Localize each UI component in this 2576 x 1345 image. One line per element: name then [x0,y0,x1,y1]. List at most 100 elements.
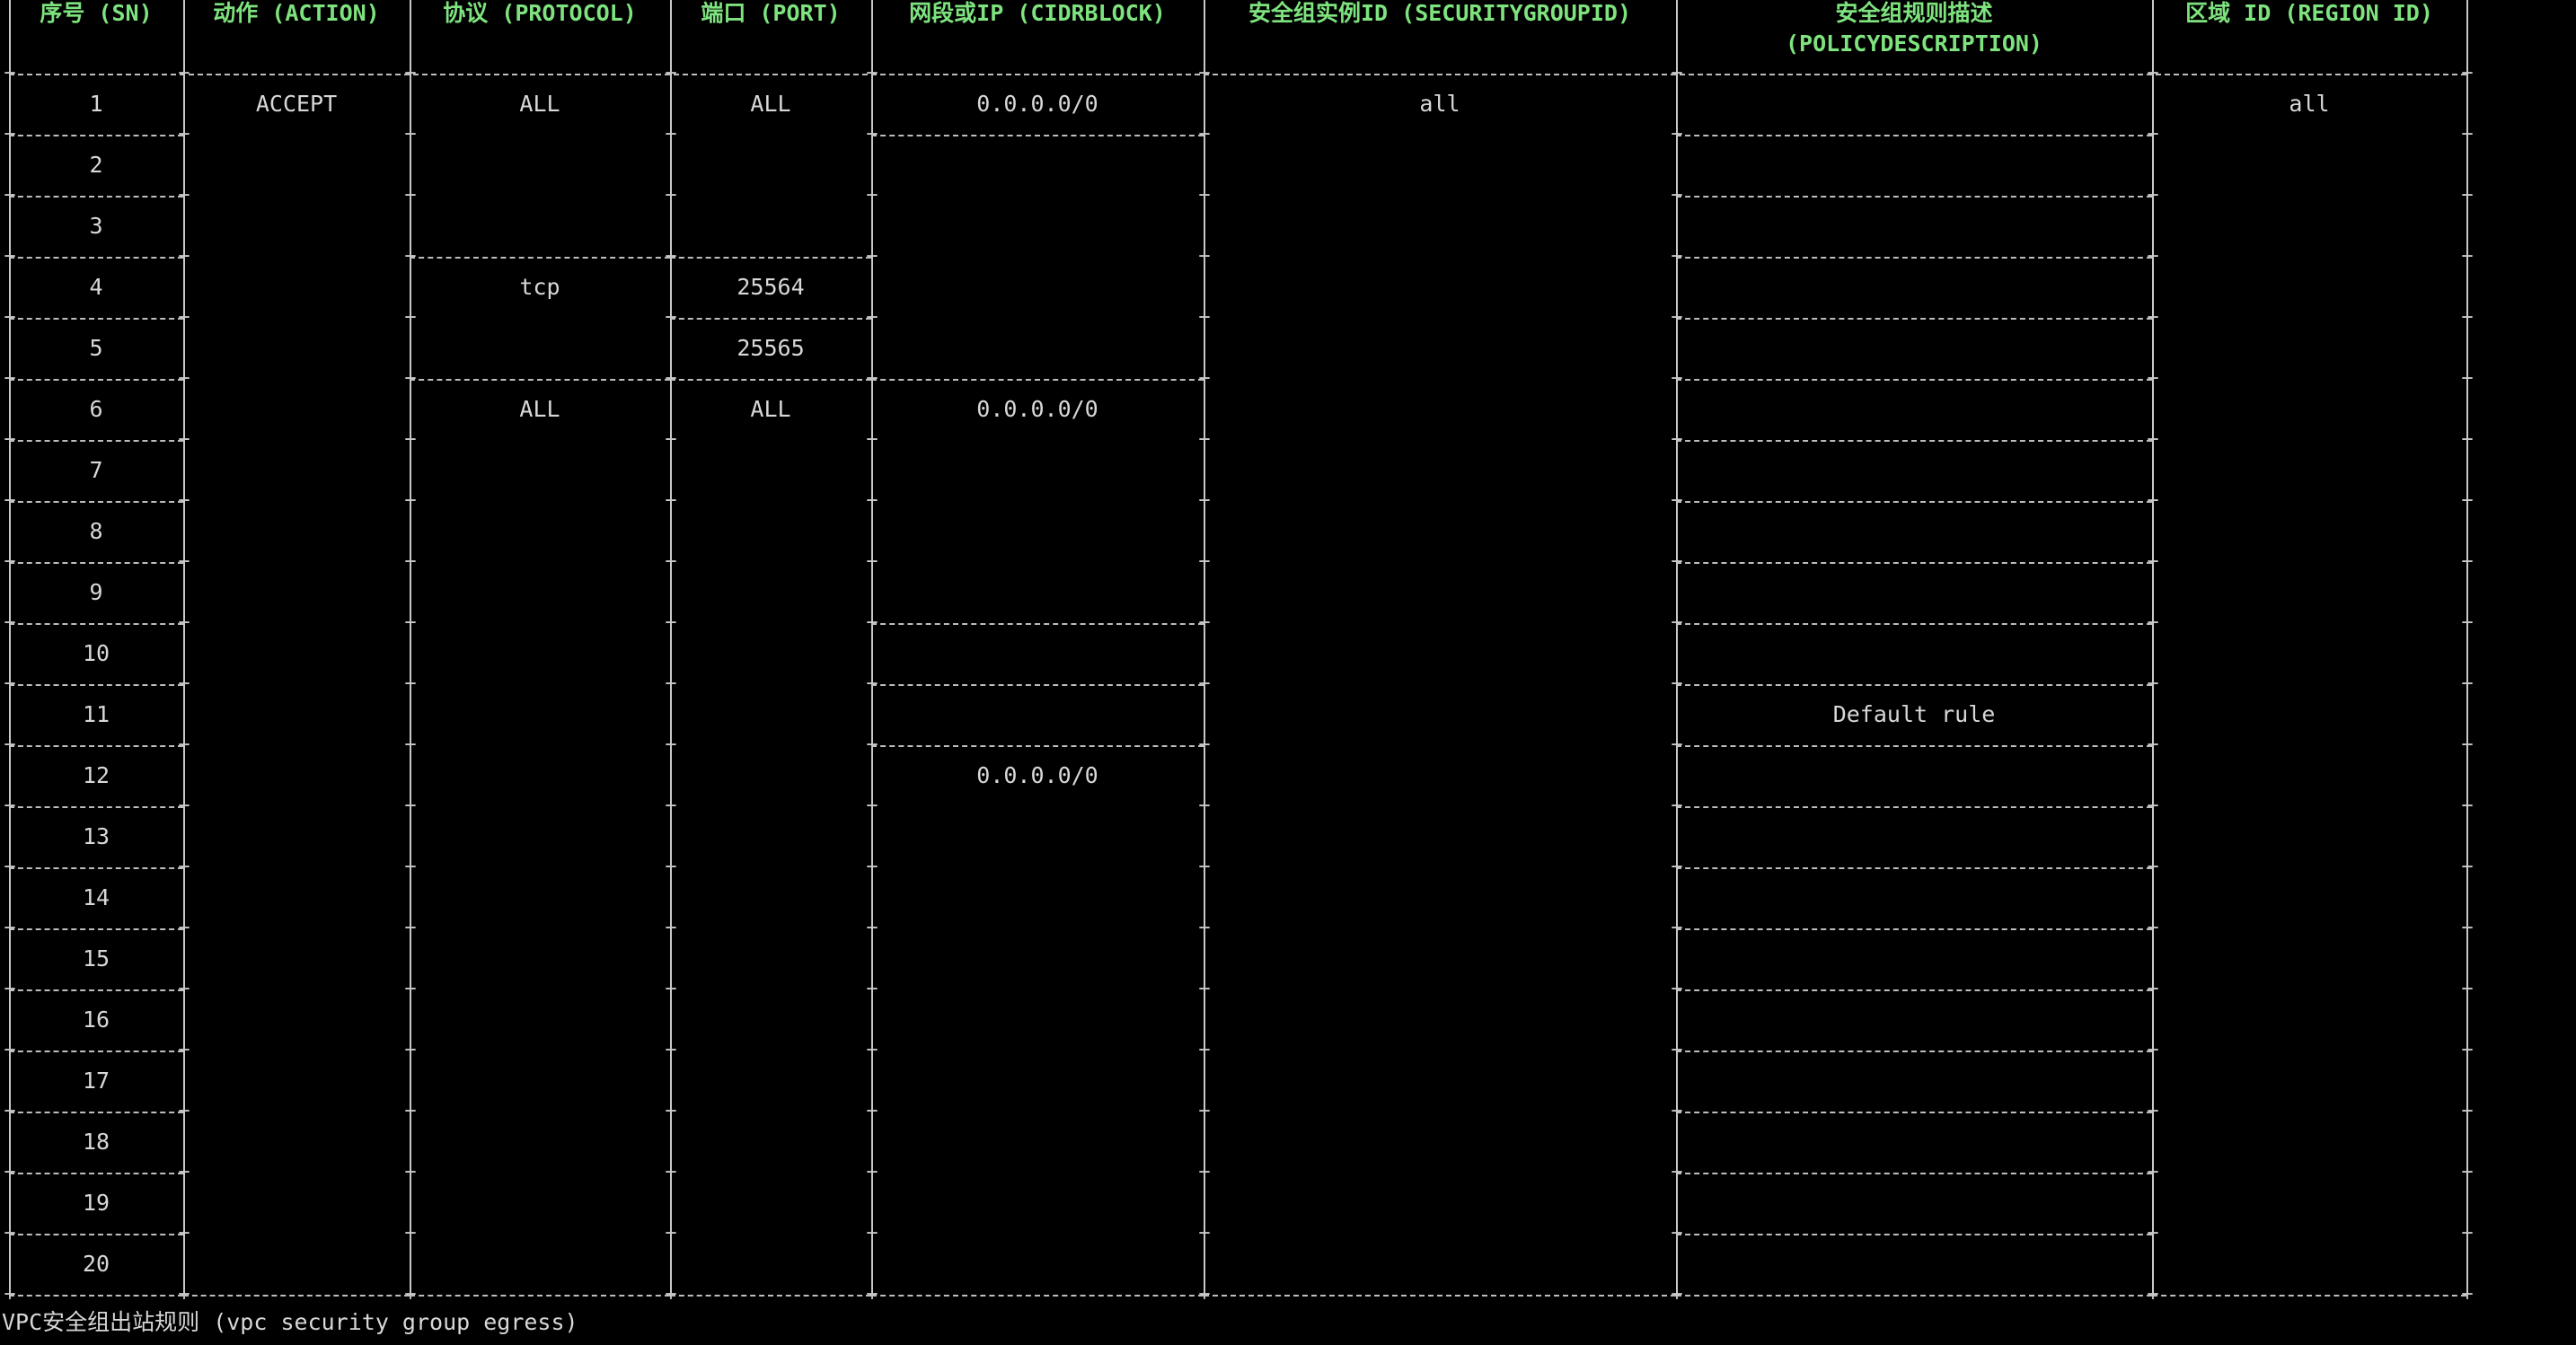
row-border [1676,684,2152,686]
border-junction: + [4,306,16,329]
border-junction: + [665,611,677,634]
border-junction: + [2461,1222,2474,1244]
border-junction: + [404,611,417,634]
row-border [1676,379,2152,381]
row-border [1676,928,2152,930]
border-junction: + [404,795,417,817]
row-border [9,745,183,747]
row-border [9,1112,183,1113]
border-junction: + [2461,856,2474,878]
table-cell-sn: 11 [82,701,110,727]
border-junction: + [2461,1283,2474,1305]
border-junction: + [4,62,16,84]
border-junction: + [665,672,677,695]
row-border [9,501,183,503]
border-junction: + [2147,917,2159,939]
border-junction: + [178,672,190,695]
table-cell-region: all [2289,91,2330,117]
border-junction: + [2461,367,2474,390]
table-cell-sn: 5 [89,335,103,361]
border-junction: + [866,1161,878,1183]
table-cell-sn: 1 [89,91,103,117]
border-junction: + [1671,1039,1683,1061]
border-junction: + [665,245,677,268]
border-junction: + [1198,611,1211,634]
border-junction: + [665,306,677,329]
border-junction: + [2147,672,2159,695]
border-junction: + [178,489,190,512]
row-border [9,1051,183,1052]
table-cell-port: 25565 [737,335,805,361]
border-junction: + [2461,917,2474,939]
border-junction: + [404,856,417,878]
border-junction: + [4,917,16,939]
border-junction: + [4,123,16,145]
border-junction: + [2461,1100,2474,1122]
border-junction: + [404,672,417,695]
border-junction: + [1198,734,1211,756]
table-cell-sn: 2 [89,152,103,178]
border-junction: + [2147,611,2159,634]
border-junction: + [1671,1283,1683,1305]
column-header-sn: 序号 (SN) [40,0,153,26]
border-junction: + [665,1283,677,1305]
border-junction: + [665,856,677,878]
row-border [9,1295,183,1297]
border-junction: + [404,123,417,145]
table-cell-sn: 19 [82,1190,110,1216]
row-border [871,135,1204,136]
border-junction: + [866,550,878,573]
row-border [1676,623,2152,625]
border-junction: + [178,1039,190,1061]
border-junction: + [665,917,677,939]
border-junction: + [4,795,16,817]
column-header-protocol: 协议 (PROTOCOL) [443,0,637,26]
row-border [871,1295,1204,1297]
border-junction: + [178,184,190,207]
border-junction: + [866,428,878,451]
row-border [1204,1295,1676,1297]
table-cell-sn: 14 [82,884,110,910]
border-junction: + [4,1283,16,1305]
border-junction: + [2147,123,2159,145]
row-border [871,745,1204,747]
border-junction: + [1198,795,1211,817]
row-border [9,318,183,320]
border-junction: + [2461,978,2474,1000]
border-junction: + [2461,245,2474,268]
border-junction: + [665,489,677,512]
table-cell-desc: Default rule [1832,701,1996,727]
border-junction: + [404,1100,417,1122]
row-border [9,928,183,930]
border-junction: + [665,1039,677,1061]
border-junction: + [1198,672,1211,695]
row-border [410,1295,670,1297]
table-cell-action: ACCEPT [255,91,338,117]
table-cell-sn: 3 [89,213,103,239]
border-junction: + [665,734,677,756]
border-junction: + [1671,978,1683,1000]
row-border [1676,806,2152,808]
border-junction: + [866,978,878,1000]
border-junction: + [2461,550,2474,573]
row-border [9,867,183,869]
border-junction: + [2147,367,2159,390]
table-cell-cidr: 0.0.0.0/0 [976,91,1098,117]
border-junction: + [866,917,878,939]
border-junction: + [2147,795,2159,817]
table-cell-cidr: 0.0.0.0/0 [976,762,1098,788]
row-border [871,623,1204,625]
border-junction: + [1198,306,1211,329]
border-junction: + [4,428,16,451]
border-junction: + [1671,245,1683,268]
border-junction: + [2461,123,2474,145]
border-junction: + [1671,367,1683,390]
border-junction: + [1671,795,1683,817]
table-cell-sn: 7 [89,457,103,483]
row-border [9,1173,183,1174]
border-junction: + [1671,734,1683,756]
border-junction: + [178,428,190,451]
border-junction: + [1198,1283,1211,1305]
border-junction: + [866,1283,878,1305]
border-junction: + [665,1100,677,1122]
